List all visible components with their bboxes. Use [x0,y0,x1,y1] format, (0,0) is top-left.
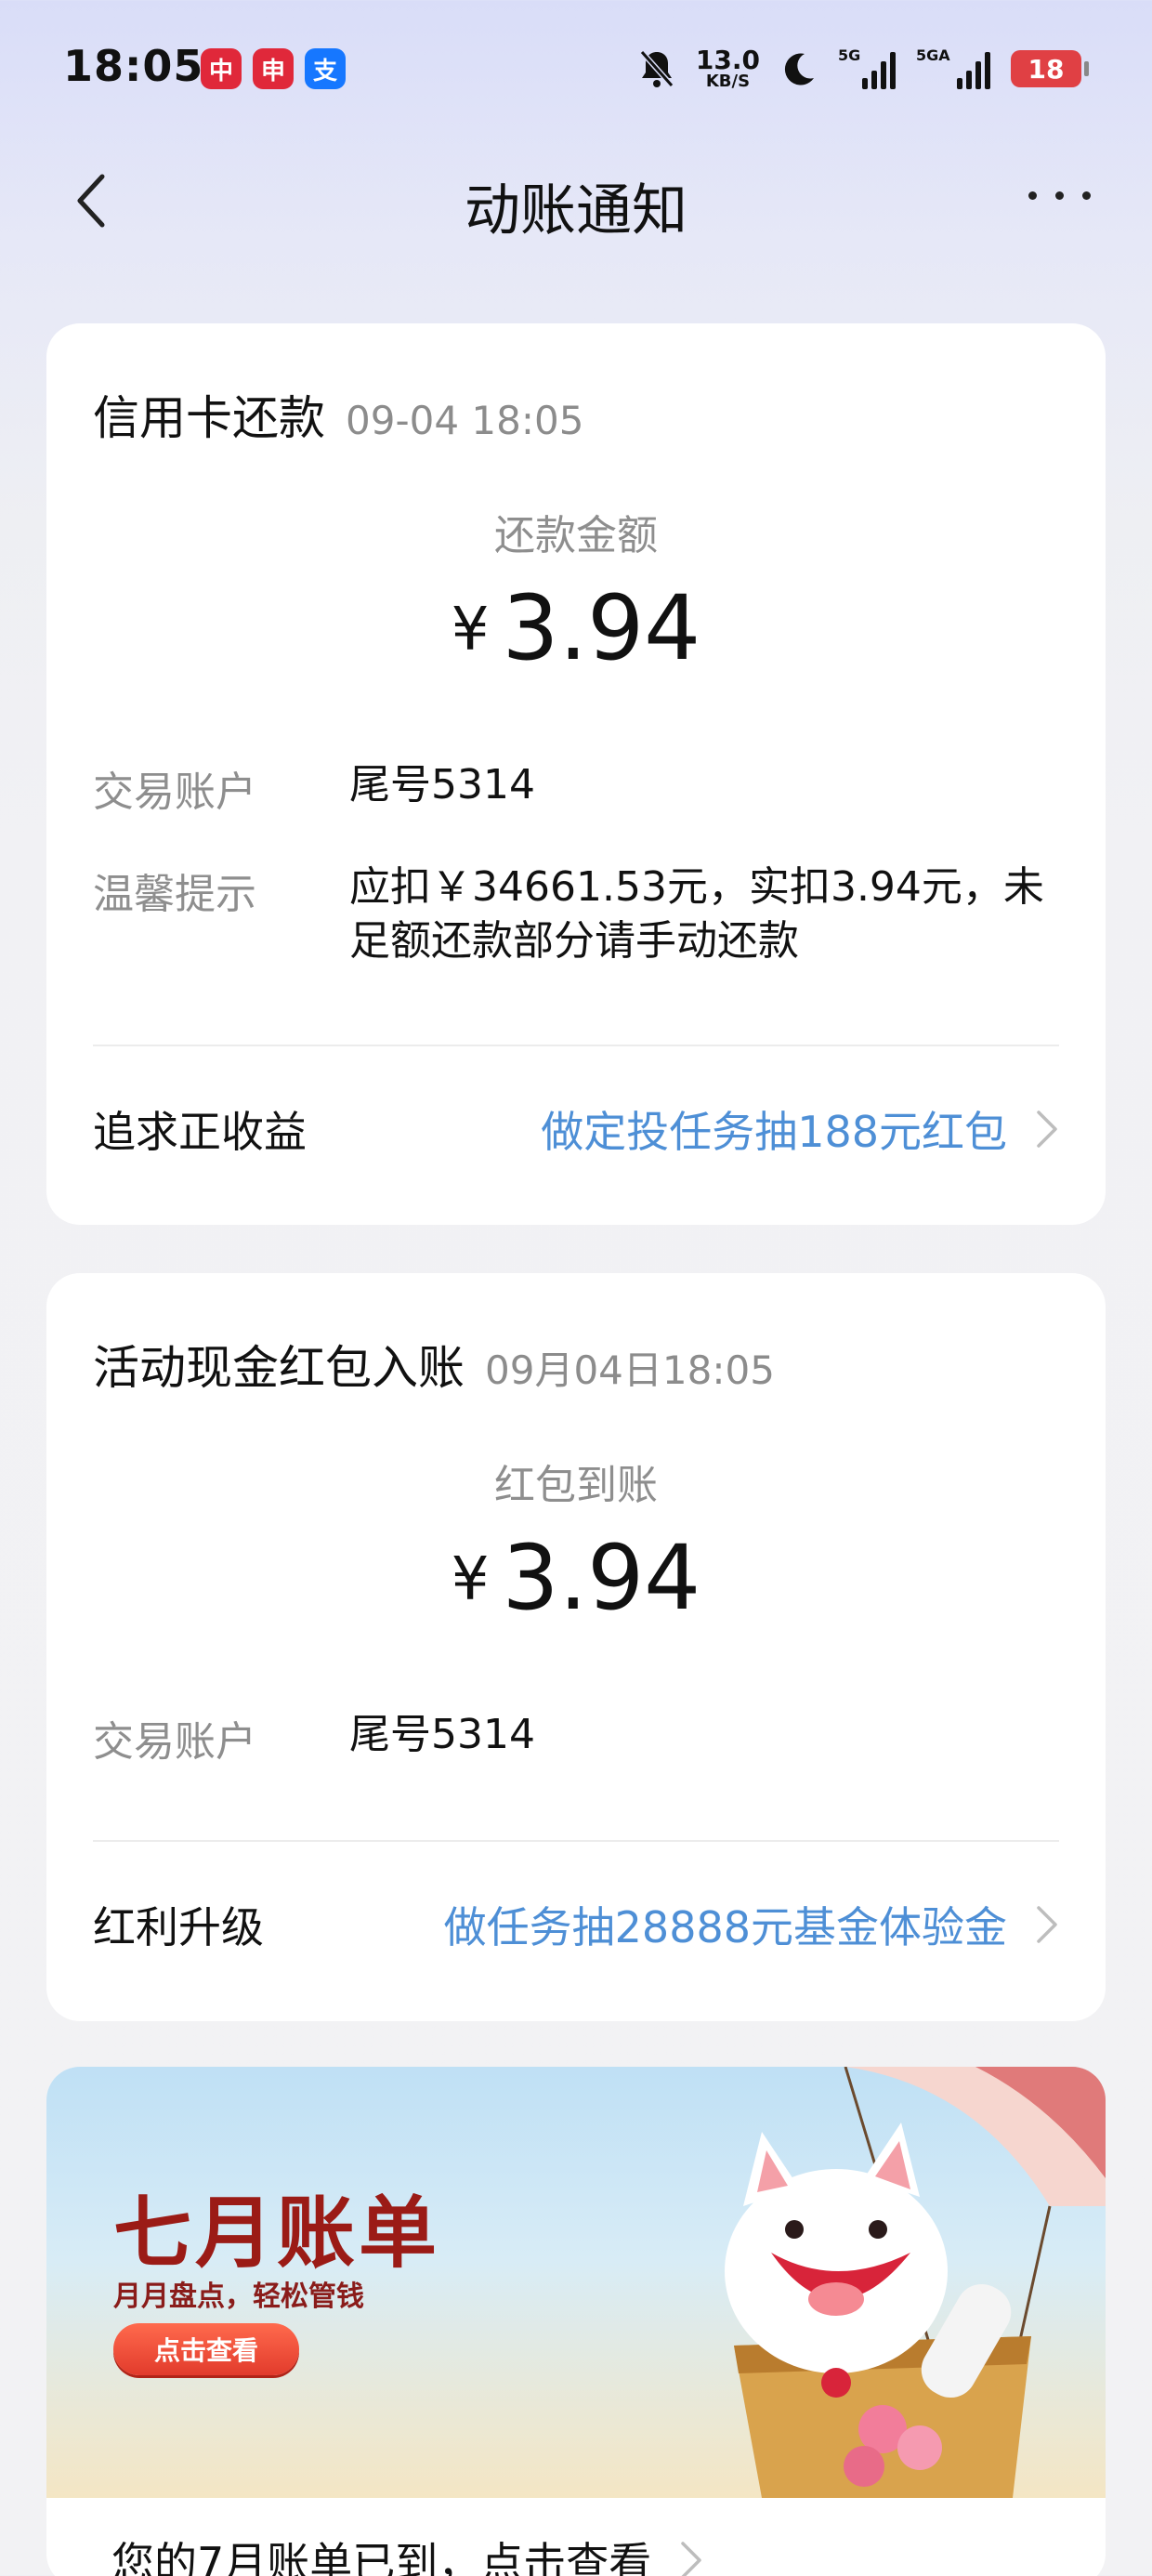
amount-value: 3.94 [502,576,701,680]
alipay-app-icon: 支 [305,48,346,89]
promo-link-row[interactable]: 红利升级 做任务抽28888元基金体验金 [93,1883,1059,1966]
card-header: 活动现金红包入账 09月04日18:05 [93,1331,775,1398]
divider [93,1840,1059,1842]
card-title: 活动现金红包入账 [93,1341,465,1395]
bill-notice-row[interactable]: 您的7月账单已到，点击查看 [111,2530,703,2576]
more-options-button[interactable] [1028,182,1091,209]
promo-link[interactable]: 做任务抽28888元基金体验金 [444,1894,1007,1955]
amount-value: 3.94 [502,1526,701,1630]
promo-title: 追求正收益 [93,1107,307,1157]
nav-bar: 动账通知 [0,149,1152,251]
battery-icon: 18 [1011,50,1089,87]
status-time: 18:05 [63,41,204,91]
status-indicators: 13.0 KB/S 5G 5GA 18 [638,41,1089,97]
info-row-account: 交易账户 尾号5314 [93,1708,1055,1768]
info-label: 温馨提示 [93,871,256,918]
info-row-account: 交易账户 尾号5314 [93,758,1055,818]
currency-symbol: ¥ [451,1545,490,1614]
moon-icon [784,53,814,85]
amount: ¥3.94 [46,1526,1106,1630]
amount: ¥3.94 [46,576,1106,680]
info-label: 交易账户 [93,769,256,816]
chevron-right-icon [681,2542,702,2576]
info-label: 交易账户 [93,1718,256,1766]
chevron-right-icon [1037,1906,1057,1943]
signal-icon: 5G [838,46,896,89]
info-value: 尾号5314 [349,761,535,808]
currency-symbol: ¥ [451,596,490,664]
amount-label: 红包到账 [494,1462,658,1509]
card-header: 信用卡还款 09-04 18:05 [93,381,583,448]
card-title: 信用卡还款 [93,391,325,445]
monthly-bill-card[interactable]: 七月账单 月月盘点，轻松管钱 点击查看 您的7月账单已到，点击查看 [46,2067,1106,2576]
repayment-card: 信用卡还款 09-04 18:05 还款金额 ¥3.94 交易账户 尾号5314… [46,323,1106,1225]
banner-illustration [725,2067,1106,2498]
page-title: 动账通知 [465,178,687,243]
promo-link-row[interactable]: 追求正收益 做定投任务抽188元红包 [93,1087,1059,1171]
status-bar: 18:05 中 申 支 13.0 KB/S 5G 5GA 18 [0,0,1152,139]
signal-icon-2: 5GA [916,46,990,89]
card-time: 09-04 18:05 [346,398,584,443]
info-row-tip: 温馨提示 应扣￥34661.53元，实扣3.94元，未足额还款部分请手动还款 [93,861,1055,968]
banner-title: 七月账单 [113,2187,441,2279]
chevron-right-icon [1037,1111,1057,1148]
notification-app-icons: 中 申 支 [201,48,346,89]
amount-label: 还款金额 [494,512,658,559]
card-time: 09月04日18:05 [485,1347,775,1393]
more-dot [1055,191,1064,200]
network-speed: 13.0 KB/S [695,45,760,91]
monthly-bill-banner[interactable]: 七月账单 月月盘点，轻松管钱 点击查看 [46,2067,1106,2498]
red-packet-card: 活动现金红包入账 09月04日18:05 红包到账 ¥3.94 交易账户 尾号5… [46,1273,1106,2021]
bank-app-icon: 中 [201,48,242,89]
bill-notice-text: 您的7月账单已到，点击查看 [111,2538,652,2576]
bank-app-icon-2: 申 [253,48,294,89]
info-value: 尾号5314 [349,1711,535,1758]
more-dot [1028,191,1037,200]
info-value: 应扣￥34661.53元，实扣3.94元，未足额还款部分请手动还款 [349,863,1044,965]
bell-muted-icon [639,50,674,87]
more-dot [1082,191,1091,200]
promo-link[interactable]: 做定投任务抽188元红包 [541,1098,1007,1160]
view-bill-button[interactable]: 点击查看 [113,2323,299,2375]
banner-subtitle: 月月盘点，轻松管钱 [113,2280,364,2313]
promo-title: 红利升级 [93,1902,264,1952]
divider [93,1045,1059,1046]
